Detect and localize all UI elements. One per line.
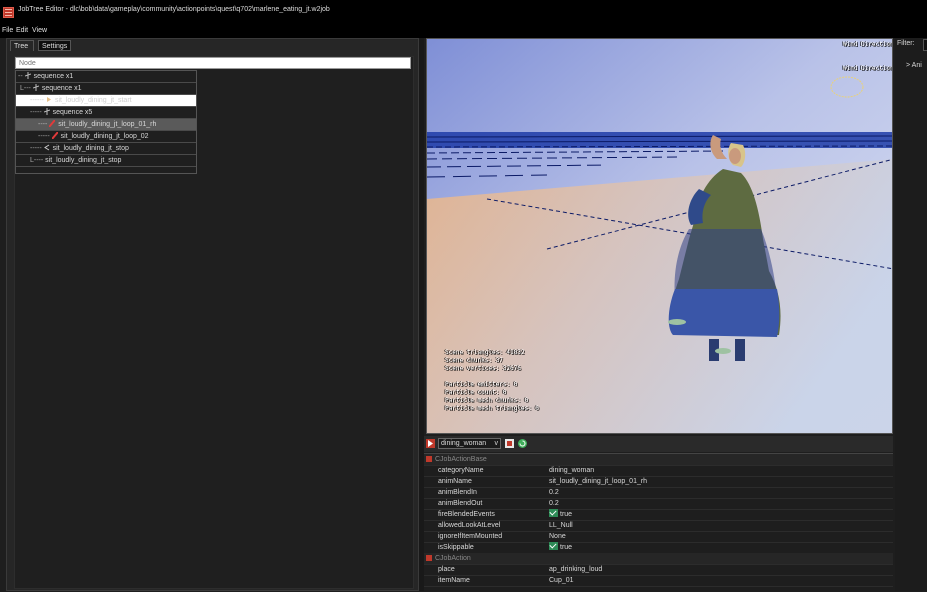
collapse-icon — [426, 555, 432, 561]
play-icon — [46, 96, 52, 103]
anim-tree-item-label: Ani — [911, 62, 922, 69]
tab-tree[interactable]: Tree — [10, 40, 34, 51]
anim-tree-item[interactable]: > Ani — [906, 62, 922, 69]
scene-stats: Scene triangles: 41832 Scene chunks: 37 … — [445, 349, 539, 412]
checkbox[interactable] — [549, 542, 558, 550]
anim-red-icon — [48, 119, 57, 128]
tree-node[interactable]: -- sequence x1 — [16, 71, 196, 83]
menu-file[interactable]: File — [2, 27, 13, 34]
tree-node-label: sequence x1 — [41, 85, 82, 92]
tree-connector: ----- — [30, 145, 44, 152]
property-row[interactable]: itemName Cup_01 — [424, 575, 893, 587]
tree-connector: ------ — [30, 97, 46, 104]
tree-node[interactable]: L--- sequence x1 — [16, 83, 196, 95]
tab-settings[interactable]: Settings — [38, 40, 71, 51]
tree-node[interactable]: ----- sit_loudly_dining_jt_loop_02 — [16, 131, 196, 143]
tree-node[interactable]: ----- sequence x5 — [16, 107, 196, 119]
wind-direction-label: Wind Direction — [843, 41, 893, 48]
wind-direction-label: Wind Direction — [843, 65, 893, 72]
tree-node-label: sit_loudly_dining_jt_stop — [52, 145, 129, 152]
tree-node[interactable]: ----- sit_loudly_dining_jt_stop — [16, 143, 196, 155]
play-button[interactable] — [426, 439, 435, 448]
tree-node-selected[interactable]: ---- sit_loudly_dining_jt_loop_01_rh — [16, 119, 196, 131]
stop-button[interactable] — [505, 439, 514, 448]
menu-edit[interactable]: Edit — [16, 27, 28, 34]
anim-red-icon — [50, 131, 59, 140]
right-panel: Filter: > Ani — [895, 38, 927, 591]
refresh-icon — [519, 440, 526, 447]
preview-toolbar: dining_woman v — [424, 436, 893, 452]
chevron-down-icon: v — [494, 440, 499, 447]
tree-node-label: sit_loudly_dining_jt_start — [54, 97, 132, 104]
tree-connector: -- — [18, 73, 25, 80]
menu-view[interactable]: View — [32, 27, 47, 34]
tree-connector: L--- — [20, 85, 33, 92]
tree-node-label: sit_loudly_dining_jt_loop_01_rh — [58, 121, 157, 128]
properties-grid: CJobActionBase categoryName dining_woman … — [424, 453, 893, 592]
tree-connector: L---- — [30, 157, 46, 164]
window-title: JobTree Editor - dlc\bob\data\gameplay\c… — [18, 6, 330, 13]
refresh-button[interactable] — [518, 439, 527, 448]
checkbox[interactable] — [549, 509, 558, 517]
search-input[interactable] — [15, 57, 411, 69]
tree-connector: ----- — [30, 109, 44, 116]
menu-bar: File Edit View — [0, 27, 927, 38]
tree-connector: ----- — [38, 133, 52, 140]
anim-icon — [43, 144, 50, 151]
filter-input[interactable] — [923, 39, 927, 51]
sequence-icon — [24, 72, 31, 79]
filter-label: Filter: — [897, 40, 915, 47]
preview-viewport[interactable]: Wind Direction Wind Direction Scene tria… — [426, 38, 893, 434]
tree-connector: ---- — [38, 121, 50, 128]
sequence-icon — [32, 84, 40, 91]
actor-select[interactable]: dining_woman v — [438, 438, 501, 449]
collapse-icon — [426, 456, 432, 462]
tree-node-label: sit_loudly_dining_jt_stop — [45, 157, 122, 164]
stop-icon — [507, 441, 512, 446]
job-tree: -- sequence x1 L--- sequence x1 ------ s… — [15, 70, 197, 174]
tree-node-label: sequence x5 — [52, 109, 93, 116]
title-bar: JobTree Editor - dlc\bob\data\gameplay\c… — [0, 0, 927, 28]
actor-select-value: dining_woman — [441, 440, 487, 447]
tree-node-label: sequence x1 — [33, 73, 74, 80]
tree-node[interactable]: L---- sit_loudly_dining_jt_stop — [16, 155, 196, 167]
tree-node[interactable]: ------ sit_loudly_dining_jt_start — [16, 95, 196, 107]
app-icon — [3, 7, 14, 18]
tree-node-label: sit_loudly_dining_jt_loop_02 — [60, 133, 149, 140]
sequence-icon — [43, 108, 50, 115]
